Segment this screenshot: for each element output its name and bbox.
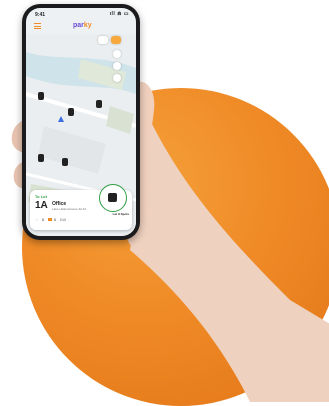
lot-marker[interactable] (68, 108, 74, 116)
app-header: parky (26, 20, 136, 34)
filter-button[interactable] (113, 50, 121, 58)
lot-action-button[interactable] (99, 184, 127, 212)
stat-one: 8 (42, 218, 45, 222)
stat-two: 8 (54, 218, 56, 222)
layers-button[interactable] (113, 74, 121, 82)
hamburger-menu-icon[interactable] (34, 23, 41, 29)
user-location-icon (58, 116, 64, 122)
lot-marker[interactable] (96, 100, 102, 108)
edit-label[interactable]: Edit (60, 218, 66, 222)
phone-frame: 9:41 ıll ⋒ ▭ parky To Lot 1A Office Lake… (22, 4, 140, 240)
app-logo: parky (73, 22, 92, 29)
capacity-bar-icon (48, 218, 53, 221)
location-button[interactable] (113, 62, 121, 70)
lot-address: Lake Hallonstrasse 32-34 (52, 207, 87, 211)
lot-marker[interactable] (62, 158, 68, 166)
lot-stats: ♡ 8 8 Edit (35, 218, 66, 222)
lot-marker[interactable] (38, 92, 44, 100)
list-view-button[interactable] (98, 36, 108, 44)
status-icons: ıll ⋒ ▭ (109, 11, 129, 17)
logo-text-suffix: ky (83, 22, 92, 29)
favorite-heart-icon[interactable]: ♡ (35, 218, 38, 222)
status-bar: 9:41 ıll ⋒ ▭ (26, 8, 136, 20)
map-view-button[interactable] (111, 36, 121, 44)
lot-action-label: Let It Spots (112, 212, 129, 216)
status-time: 9:41 (35, 12, 46, 18)
phone-screen: 9:41 ıll ⋒ ▭ parky To Lot 1A Office Lake… (26, 8, 136, 236)
car-icon (108, 193, 117, 202)
logo-text-prefix: par (73, 22, 84, 29)
destination-label: To Lot (35, 194, 47, 199)
lot-id: 1A (35, 200, 48, 211)
lot-info-card[interactable]: To Lot 1A Office Lake Hallonstrasse 32-3… (30, 184, 132, 230)
lot-marker[interactable] (38, 154, 44, 162)
